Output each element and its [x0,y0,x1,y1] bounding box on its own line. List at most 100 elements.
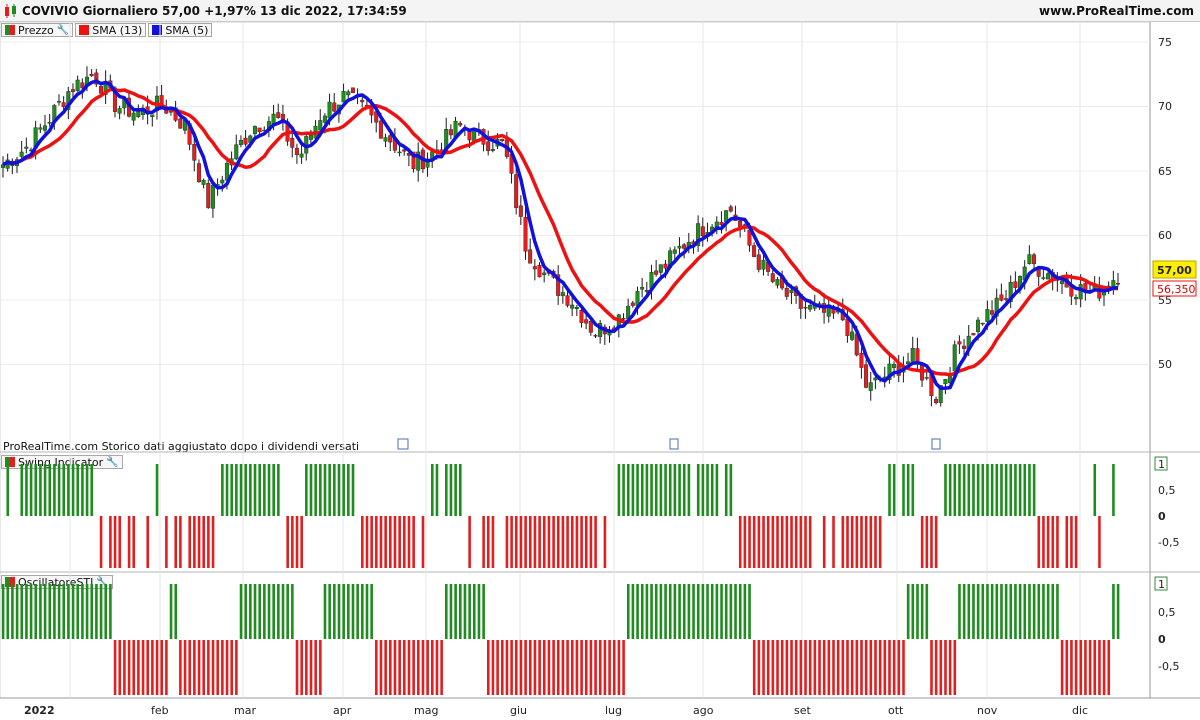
candle-body [56,101,61,103]
oscillator-bar [608,640,611,695]
candle-body [98,85,103,94]
swing-bar [794,516,798,568]
swing-bar [664,464,667,516]
oscillator-bar [1112,584,1115,639]
swing-bar [314,464,317,516]
candle-body [322,115,327,123]
swing-bar [990,464,994,516]
swing-bar [67,464,70,516]
swing-bar [1074,516,1078,568]
oscillator-bar [174,584,178,639]
calendar-icon[interactable] [397,438,409,450]
sma13-value-label: 56,350 [1157,283,1196,296]
oscillator-bar [799,640,803,695]
candle-body [131,112,136,121]
oscillator-bar [216,640,220,695]
oscillator-bar [1023,584,1027,639]
oscillator-bar [603,640,607,695]
oscillator-bar [463,584,467,639]
oscillator-bar [491,640,495,695]
swing-bar [291,516,294,568]
swing-bar [202,516,206,568]
oscillator-bar [1084,640,1087,695]
oscillator-bar [678,584,681,639]
swing-bar [976,464,980,516]
oscillator-bar [197,640,201,695]
swing-bar [132,516,136,568]
candle-body [761,259,766,270]
oscillator-bar [514,640,518,695]
swing-bar [76,464,80,516]
candle-body [560,292,565,297]
swing-bar [328,464,331,516]
document-icon[interactable] [669,438,679,450]
swing-bar [701,464,705,516]
swing-bar [1004,464,1008,516]
swing-bar [1046,516,1050,568]
swing-bar [603,516,607,568]
swing-bar [482,516,485,568]
oscillator-bar [342,584,345,639]
oscillator-bar [804,640,807,695]
candle-body [663,263,668,269]
swing-bar [34,464,38,516]
oscillator-bar [902,640,905,695]
swing-bar [505,516,509,568]
swing-bar [393,516,397,568]
oscillator-bar [594,640,597,695]
oscillator-bar [673,584,677,639]
candle-body [677,245,682,249]
swing-bar [920,516,924,568]
swing-bar [528,516,532,568]
swing-bar [57,464,61,516]
candle-body [206,183,211,208]
oscillator-bar [225,640,229,695]
oscillator-bar [953,640,957,695]
swing-bar [1009,464,1013,516]
swing-y-axis: 1 0,5 0 -0,5 [1154,456,1179,549]
document-icon[interactable] [931,438,941,450]
price-panel[interactable] [0,21,1151,453]
oscillator-bar [1032,584,1036,639]
candle-body [210,184,215,209]
oscillator-bar [407,640,411,695]
oscillator-bar [95,584,98,639]
candle-body [350,87,355,94]
swing-bar [20,464,24,516]
swing-bar [776,516,779,568]
swing-bar [687,464,691,516]
oscillator-bar [179,640,182,695]
oscillator-bar [193,640,196,695]
swing-bar [715,464,719,516]
candle-body [448,129,453,136]
y-tick-label: 65 [1158,165,1172,178]
chart-canvas[interactable]: 75 70 65 60 55 50 57,00 56,350 1 0,5 0 -… [0,0,1200,720]
swing-bar [305,464,308,516]
oscillator-bar [640,584,644,639]
swing-bar [855,516,859,568]
swing-bar [239,464,243,516]
oscillator-bar [286,584,289,639]
oscillator-bar [920,584,924,639]
oscillator-bar [249,584,252,639]
swing-bar [379,516,383,568]
candle-body [518,205,523,217]
oscillator-bar [412,640,415,695]
candle-body [486,141,491,151]
swing-bar [766,516,770,568]
oscillator-bar [211,640,215,695]
oscillator-bar [496,640,499,695]
candle-body [784,288,789,297]
candle-body [738,220,743,227]
y-tick-label: 0,5 [1158,606,1176,619]
candle-body [42,125,47,131]
oscillator-bar [925,584,929,639]
oscillator-bar [389,640,392,695]
oscillator-bar [542,640,546,695]
oscillator-bar [62,584,66,639]
oscillator-bar [379,640,383,695]
swing-bar [636,464,639,516]
candle-body [868,382,873,391]
oscillator-bar [710,584,714,639]
current-price-label: 57,00 [1157,264,1192,277]
